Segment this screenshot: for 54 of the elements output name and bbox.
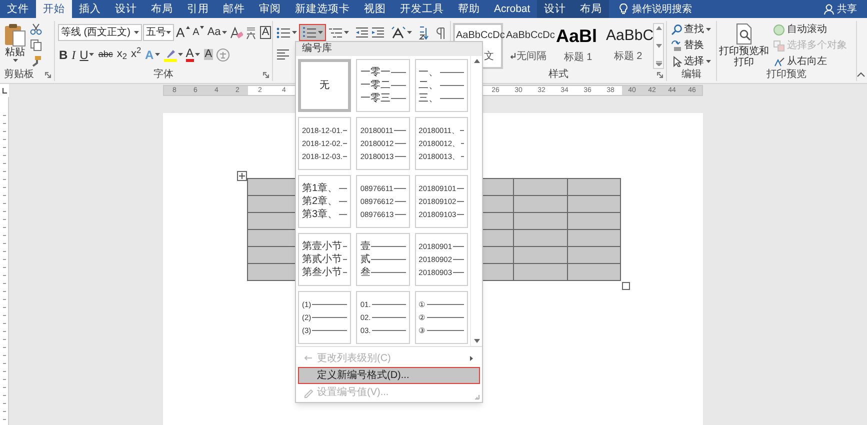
shrink-font-button[interactable]: A bbox=[192, 24, 206, 41]
menu-item[interactable]: 定义新编号格式(D)... bbox=[298, 367, 480, 384]
change-case-button[interactable]: Aa bbox=[206, 24, 228, 41]
numbering-option[interactable]: 第壹小节 第贰小节 第叁小节 bbox=[298, 233, 352, 286]
ribbon-tab[interactable]: 开发工具 bbox=[393, 0, 451, 18]
font-name-field[interactable]: 等线 (西文正文) bbox=[58, 24, 142, 41]
ribbon-tab[interactable]: 布局 bbox=[573, 0, 610, 18]
numbering-option[interactable]: 一、 二、 三、 bbox=[414, 59, 468, 112]
character-shading-button[interactable]: A bbox=[202, 46, 214, 63]
ribbon-button[interactable]: 自动滚动 bbox=[773, 24, 847, 37]
ribbon-tab[interactable]: 引用 bbox=[180, 0, 216, 18]
ribbon-tab[interactable]: 邮件 bbox=[216, 0, 252, 18]
ribbon-tab[interactable]: 设计 bbox=[108, 0, 144, 18]
share-button[interactable]: 共享 bbox=[824, 0, 857, 18]
ribbon-tab[interactable]: 设计 bbox=[537, 0, 574, 18]
ribbon-tab[interactable]: 审阅 bbox=[252, 0, 288, 18]
numbering-option[interactable]: 第1章、 第2章、 第3章、 bbox=[298, 175, 352, 228]
group-label: 样式 bbox=[548, 70, 568, 80]
group-label: 打印预览 bbox=[766, 70, 806, 80]
ribbon-tab[interactable]: Acrobat bbox=[487, 0, 538, 18]
ribbon-tab[interactable]: 布局 bbox=[144, 0, 180, 18]
style-option[interactable]: AaBbCcDc 无间隔 bbox=[503, 23, 553, 69]
italic-button[interactable]: I bbox=[70, 46, 77, 63]
style-option[interactable]: AaBl 标题 1 bbox=[553, 23, 603, 69]
ribbon-tab[interactable]: 开始 bbox=[36, 0, 72, 18]
editing-button[interactable]: 替换 bbox=[671, 39, 711, 52]
search-field[interactable]: 操作说明搜索 bbox=[632, 2, 712, 16]
numbering-option[interactable]: 无 bbox=[298, 59, 352, 112]
font-size-field[interactable]: 五号 bbox=[143, 24, 174, 41]
numbering-option[interactable]: 壹 贰 叁 bbox=[356, 233, 410, 286]
ribbon-tab[interactable]: 视图 bbox=[357, 0, 393, 18]
editing-button[interactable]: 查找 bbox=[671, 23, 711, 36]
group-label: 剪贴板 bbox=[4, 70, 34, 80]
gallery-header: 编号库 bbox=[296, 42, 482, 56]
print-preview-button[interactable]: 打印预览和打印 bbox=[717, 21, 771, 68]
subscript-button[interactable]: x$_{2}$ bbox=[116, 46, 128, 63]
ribbon-tab[interactable]: 插入 bbox=[72, 0, 108, 18]
ribbon-button[interactable]: 从右向左 bbox=[773, 55, 847, 68]
group-label: 字体 bbox=[154, 70, 174, 80]
ribbon-tab[interactable]: 文件 bbox=[0, 0, 36, 18]
editing-button[interactable]: 选择 bbox=[671, 55, 711, 68]
style-option[interactable]: AaBbC 标题 2 bbox=[603, 23, 653, 69]
ribbon-tab[interactable]: 新建选项卡 bbox=[288, 0, 357, 18]
bold-button[interactable]: B bbox=[58, 46, 69, 63]
character-border-button[interactable]: A bbox=[258, 24, 272, 41]
superscript-button[interactable]: x$^{2}$ bbox=[130, 46, 142, 63]
font-color-button[interactable]: A bbox=[184, 46, 201, 63]
paste-button[interactable]: 粘贴 bbox=[0, 21, 30, 68]
strikethrough-button[interactable]: abc bbox=[97, 46, 114, 63]
grow-font-button[interactable]: A bbox=[175, 24, 191, 41]
underline-button[interactable]: U bbox=[78, 46, 96, 63]
group-label: 编辑 bbox=[682, 70, 702, 80]
numbering-option[interactable]: 一零一 一零二 一零三 bbox=[356, 59, 410, 112]
ribbon-tab[interactable]: 帮助 bbox=[451, 0, 487, 18]
